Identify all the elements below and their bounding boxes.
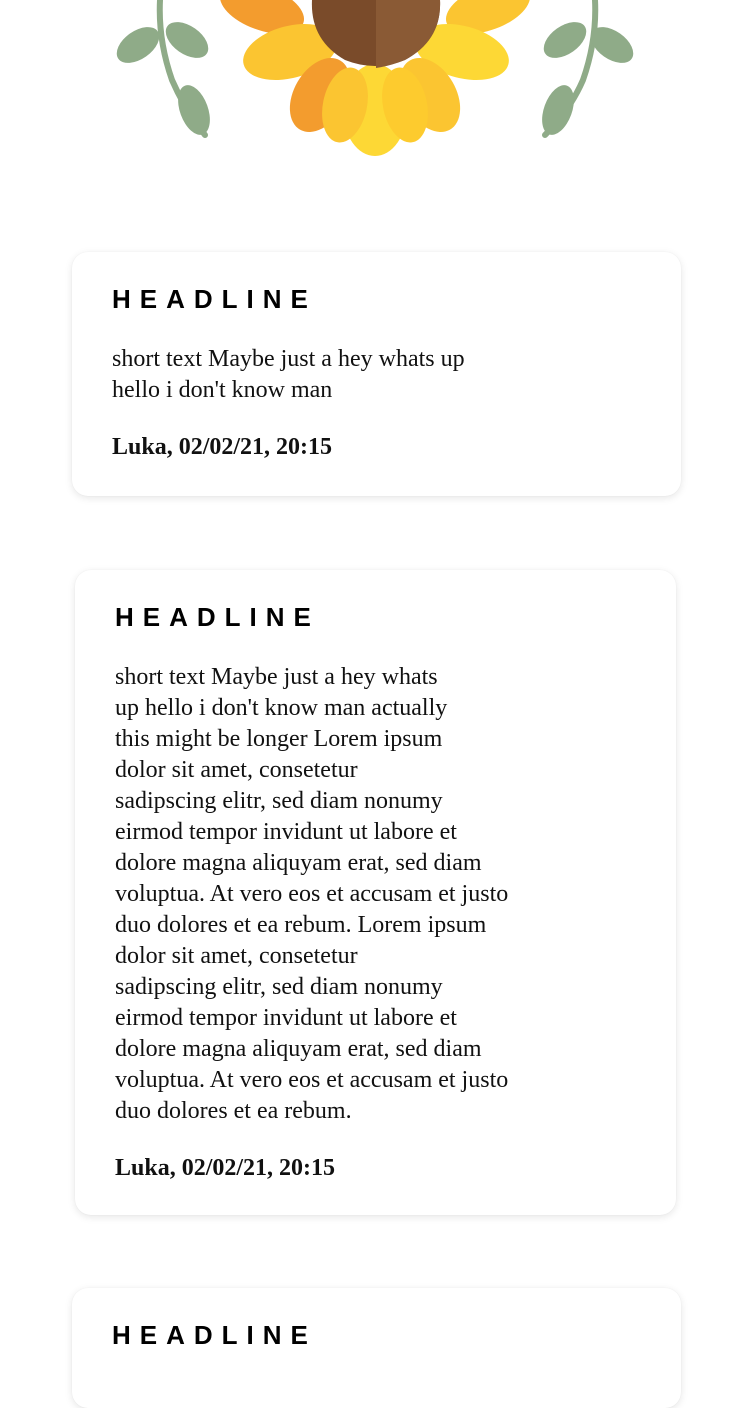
right-leaf-branch <box>542 0 634 138</box>
post-headline: HEADLINE <box>115 602 320 632</box>
post-headline: HEADLINE <box>112 284 317 314</box>
left-leaf-branch <box>116 0 210 138</box>
post-meta: Luka, 02/02/21, 20:15 <box>115 1155 336 1181</box>
post-meta: Luka, 02/02/21, 20:15 <box>112 434 333 460</box>
post-card[interactable]: HEADLINE <box>72 1288 681 1408</box>
post-body: short text Maybe just a hey whats up hel… <box>115 664 509 1124</box>
post-card[interactable]: HEADLINE short text Maybe just a hey wha… <box>75 570 676 1215</box>
sunflower-center <box>311 0 441 68</box>
sunflower-icon <box>116 0 634 156</box>
post-body: short text Maybe just a hey whats up hel… <box>112 346 465 403</box>
post-card[interactable]: HEADLINE short text Maybe just a hey wha… <box>72 252 681 496</box>
post-headline: HEADLINE <box>112 1320 317 1350</box>
sunflower-header <box>0 0 750 180</box>
